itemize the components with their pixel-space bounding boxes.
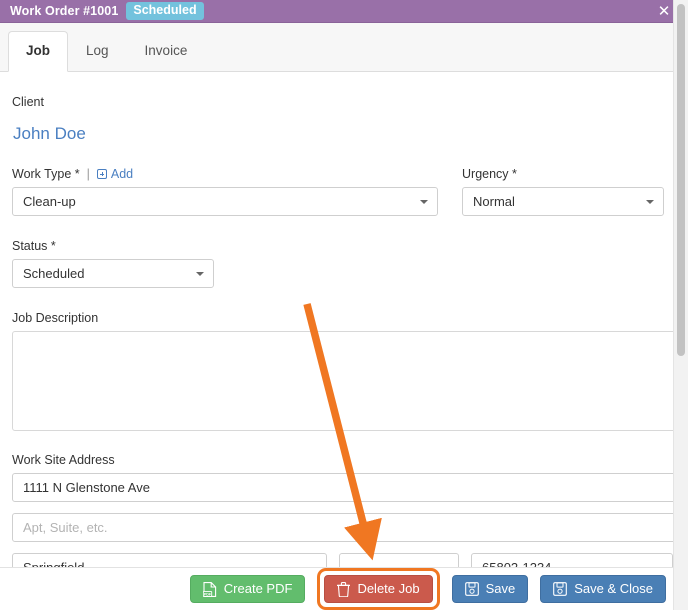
vertical-scrollbar-thumb[interactable]: [677, 4, 685, 356]
save-and-close-button[interactable]: Save & Close: [540, 575, 666, 603]
chevron-down-icon: [196, 271, 204, 276]
delete-job-label: Delete Job: [357, 581, 420, 596]
tab-bar: Job Log Invoice: [0, 23, 688, 72]
add-work-type-button[interactable]: Add: [96, 167, 134, 181]
label-separator: |: [86, 167, 90, 181]
modal-header: Work Order #1001 Scheduled ✕: [0, 0, 688, 23]
client-name-link[interactable]: John Doe: [13, 124, 86, 143]
zip-input[interactable]: 65802-1234: [471, 553, 673, 567]
modal-footer: PDF Create PDF Delete Job Save Save & Cl…: [0, 567, 688, 610]
status-value: Scheduled: [23, 266, 85, 281]
delete-job-button[interactable]: Delete Job: [324, 575, 433, 603]
work-type-value: Clean-up: [23, 194, 76, 209]
work-type-label: Work Type *: [12, 167, 80, 181]
work-order-modal: Work Order #1001 Scheduled ✕ Job Log Inv…: [0, 0, 688, 610]
urgency-label-row: Urgency *: [462, 167, 664, 181]
add-work-type-label: Add: [110, 167, 134, 181]
tab-invoice[interactable]: Invoice: [127, 31, 206, 72]
state-input[interactable]: [339, 553, 459, 567]
chevron-down-icon: [420, 199, 428, 204]
job-description-textarea[interactable]: [12, 331, 676, 431]
save-button[interactable]: Save: [451, 575, 529, 603]
save-floppy-icon: [464, 582, 479, 596]
chevron-down-icon: [646, 199, 654, 204]
status-badge: Scheduled: [126, 2, 204, 20]
save-floppy-icon: [553, 582, 568, 596]
delete-job-highlight-ring: Delete Job: [317, 568, 440, 610]
tab-job[interactable]: Job: [8, 31, 69, 72]
status-label-row: Status *: [12, 239, 676, 253]
work-site-address-label: Work Site Address: [12, 453, 115, 467]
city-state-zip-row: Springfield 65802-1234: [12, 553, 676, 567]
job-description-label: Job Description: [12, 311, 99, 325]
pdf-file-icon: PDF: [202, 581, 216, 597]
create-pdf-button[interactable]: PDF Create PDF: [189, 575, 306, 603]
status-label: Status *: [12, 239, 56, 253]
tab-log[interactable]: Log: [68, 31, 127, 72]
status-select[interactable]: Scheduled: [12, 259, 214, 288]
address-line2-input[interactable]: Apt, Suite, etc.: [12, 513, 676, 542]
work-type-label-row: Work Type * | Add: [12, 167, 438, 181]
urgency-label: Urgency *: [462, 167, 517, 181]
save-and-close-label: Save & Close: [574, 581, 653, 596]
urgency-value: Normal: [473, 194, 515, 209]
page-title: Work Order #1001: [10, 4, 119, 18]
address-line1-input[interactable]: 1111 N Glenstone Ave: [12, 473, 676, 502]
city-input[interactable]: Springfield: [12, 553, 327, 567]
client-label: Client: [12, 95, 44, 109]
urgency-select[interactable]: Normal: [462, 187, 664, 216]
svg-text:PDF: PDF: [204, 592, 212, 596]
job-form-scroll-area[interactable]: Client John Doe Work Type * | Add Clean-…: [0, 72, 688, 567]
save-label: Save: [485, 581, 516, 596]
create-pdf-label: Create PDF: [223, 581, 293, 596]
plus-icon: [96, 169, 107, 179]
vertical-scrollbar-track[interactable]: [673, 0, 688, 610]
work-type-select[interactable]: Clean-up: [12, 187, 438, 216]
trash-icon: [337, 581, 351, 597]
